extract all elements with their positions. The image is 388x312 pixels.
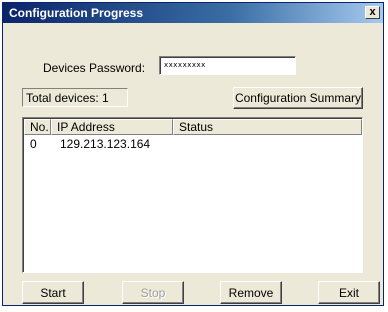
devices-password-field[interactable]: xxxxxxxxx xyxy=(159,56,296,75)
column-header-ip-address[interactable]: IP Address xyxy=(51,119,173,135)
list-header: No. IP Address Status xyxy=(24,119,362,135)
list-item[interactable]: 0 129.213.123.164 xyxy=(24,137,362,152)
devices-password-label: Devices Password: xyxy=(43,61,146,75)
row-number: 0 xyxy=(30,137,37,151)
row-status xyxy=(173,137,362,152)
close-icon: x xyxy=(369,6,376,18)
row-ip-address: 129.213.123.164 xyxy=(60,137,151,151)
configuration-progress-dialog: Configuration Progress x Devices Passwor… xyxy=(2,2,384,306)
configuration-summary-button[interactable]: Configuration Summary xyxy=(233,87,363,109)
total-devices-status: Total devices: 1 xyxy=(22,88,128,107)
title-bar[interactable]: Configuration Progress x xyxy=(3,3,383,23)
remove-button[interactable]: Remove xyxy=(220,281,282,304)
stop-button[interactable]: Stop xyxy=(122,281,184,304)
column-header-no[interactable]: No. xyxy=(24,119,51,135)
window-title: Configuration Progress xyxy=(9,6,144,20)
column-header-status[interactable]: Status xyxy=(173,119,362,135)
close-button[interactable]: x xyxy=(365,6,380,19)
exit-button[interactable]: Exit xyxy=(318,281,380,304)
devices-list[interactable]: No. IP Address Status 0 129.213.123.164 xyxy=(22,117,363,273)
start-button[interactable]: Start xyxy=(22,281,84,304)
